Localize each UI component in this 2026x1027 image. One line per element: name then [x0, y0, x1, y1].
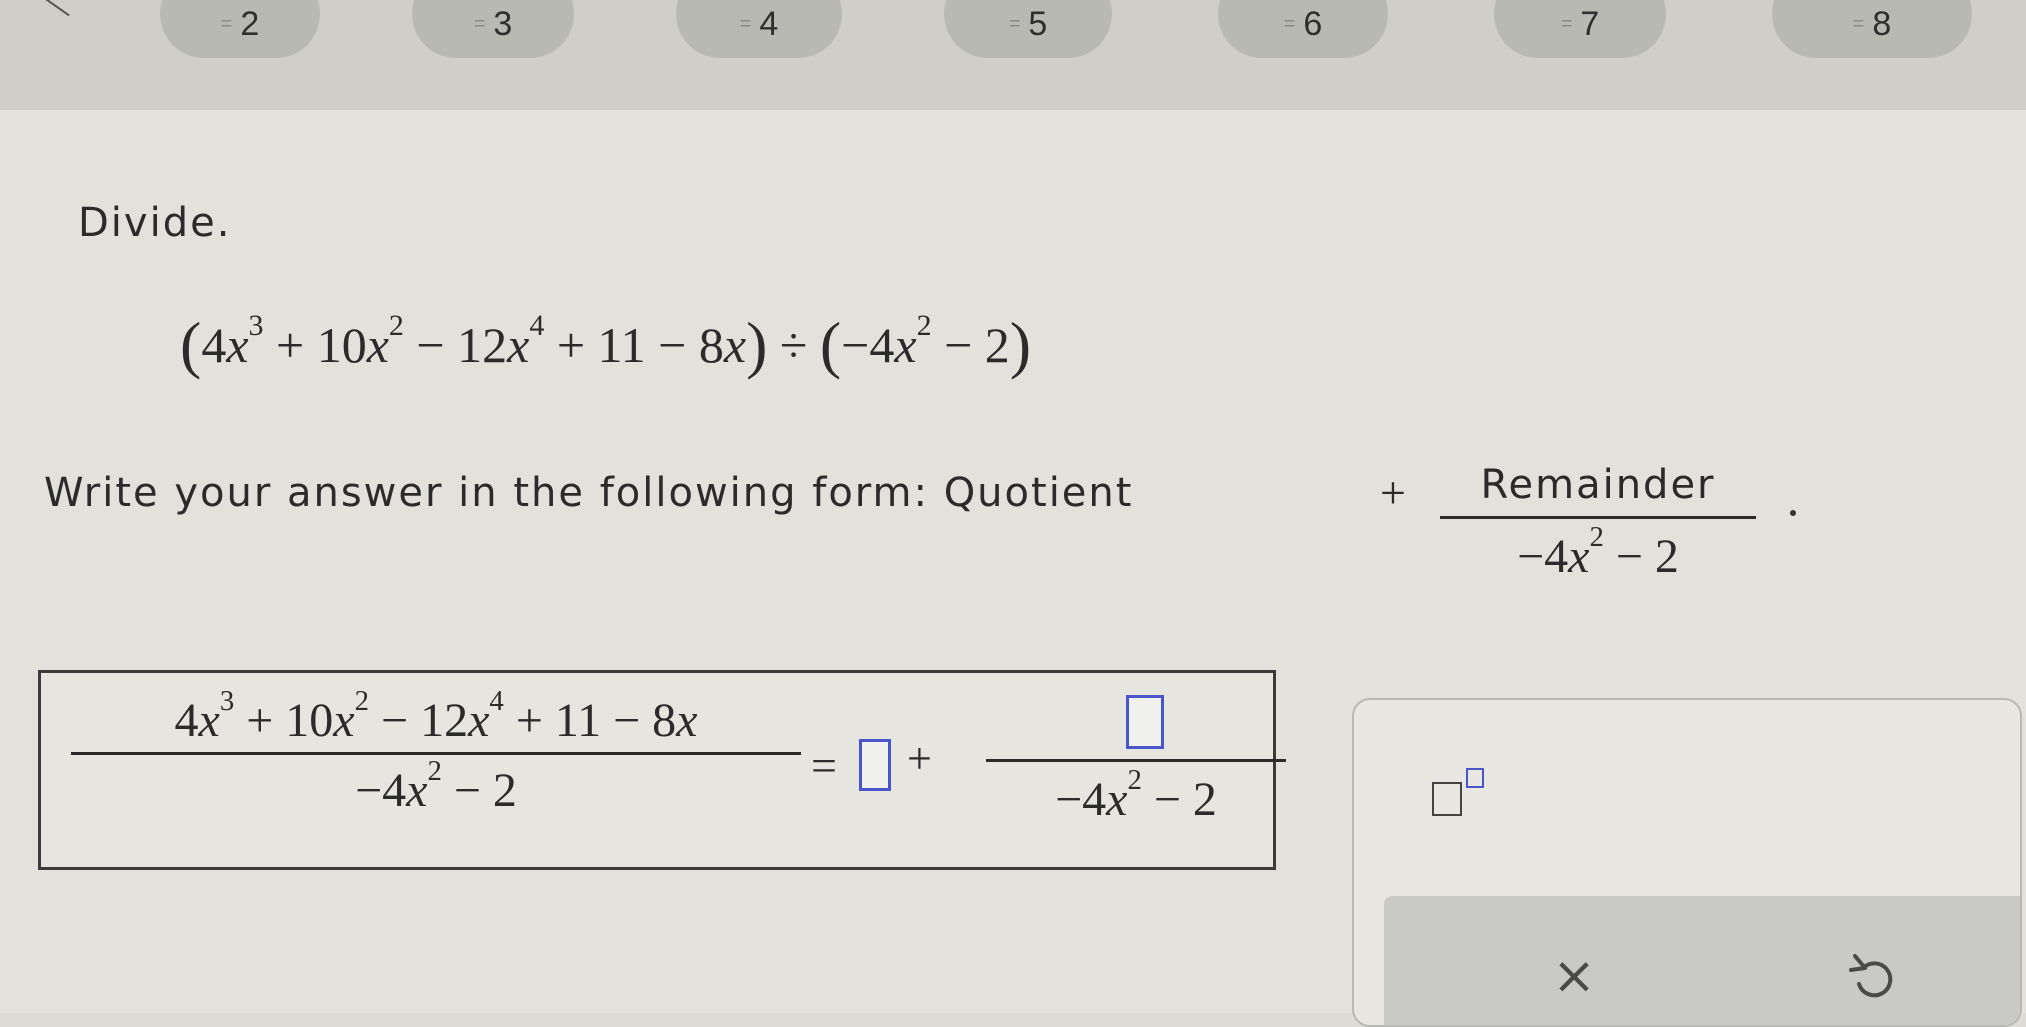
question-icon: = — [1560, 13, 1573, 35]
question-icon: = — [1283, 13, 1296, 35]
question-tab-label: 2 — [240, 5, 260, 43]
undo-icon — [1849, 954, 1893, 998]
question-tab-8[interactable]: = 8 — [1772, 0, 1972, 58]
clear-button[interactable]: × — [1534, 936, 1614, 1016]
math-keypad: × — [1352, 698, 2022, 1027]
division-expression: (4x3 + 10x2 − 12x4 + 11 − 8x) ÷ (−4x2 − … — [180, 309, 1032, 380]
question-icon: = — [739, 13, 752, 35]
question-tab-2[interactable]: = 2 — [160, 0, 320, 58]
problem-area: Divide. (4x3 + 10x2 − 12x4 + 11 − 8x) ÷ … — [0, 110, 2026, 1027]
instruction-text: Write your answer in the following form:… — [44, 470, 1134, 516]
question-tab-3[interactable]: = 3 — [412, 0, 574, 58]
instruction-fraction-numerator: Remainder — [1440, 462, 1756, 519]
undo-button[interactable] — [1834, 936, 1914, 1016]
answer-box: 4x3 + 10x2 − 12x4 + 11 − 8x −4x2 − 2 = +… — [38, 670, 1286, 870]
question-tab-6[interactable]: = 6 — [1218, 0, 1388, 58]
question-tab-7[interactable]: = 7 — [1494, 0, 1666, 58]
quotient-input[interactable] — [859, 739, 891, 791]
instruction-period — [1790, 510, 1796, 516]
remainder-slot — [986, 687, 1286, 762]
close-icon: × — [1552, 946, 1596, 1006]
answer-rhs-denominator: −4x2 − 2 — [1055, 764, 1217, 826]
question-tab-label: 5 — [1028, 5, 1048, 43]
answer-lhs-numerator: 4x3 + 10x2 − 12x4 + 11 − 8x — [71, 687, 801, 755]
question-nav-bar: = 2 = 3 = 4 = 5 = 6 = 7 = 8 — [0, 0, 2026, 110]
answer-lhs-denominator: −4x2 − 2 — [355, 755, 517, 817]
plus-sign: + — [907, 734, 932, 783]
exponent-key[interactable] — [1424, 762, 1504, 822]
question-tab-4[interactable]: = 4 — [676, 0, 842, 58]
instruction-fraction-denominator: −4x2 − 2 — [1517, 521, 1679, 583]
question-icon: = — [220, 13, 233, 35]
remainder-input[interactable] — [1126, 695, 1164, 749]
answer-lhs-fraction: 4x3 + 10x2 − 12x4 + 11 − 8x −4x2 − 2 — [71, 687, 801, 818]
question-tab-5[interactable]: = 5 — [944, 0, 1112, 58]
equals-sign: = — [811, 740, 837, 791]
question-tab-label: 8 — [1872, 5, 1892, 43]
question-icon: = — [473, 13, 486, 35]
exponent-power-icon — [1466, 768, 1484, 788]
keypad-action-row: × — [1384, 896, 2020, 1025]
question-icon: = — [1852, 13, 1865, 35]
answer-rhs-fraction: −4x2 − 2 — [986, 687, 1286, 827]
instruction-fraction: Remainder −4x2 − 2 — [1440, 462, 1756, 584]
question-icon: = — [1008, 13, 1021, 35]
corner-divider — [19, 0, 70, 17]
question-tab-label: 3 — [493, 5, 513, 43]
question-tab-label: 6 — [1303, 5, 1323, 43]
problem-heading: Divide. — [78, 200, 232, 246]
instruction-plus: + — [1380, 467, 1406, 518]
exponent-base-icon — [1432, 782, 1462, 816]
question-tab-label: 4 — [759, 5, 779, 43]
question-tab-label: 7 — [1580, 5, 1600, 43]
